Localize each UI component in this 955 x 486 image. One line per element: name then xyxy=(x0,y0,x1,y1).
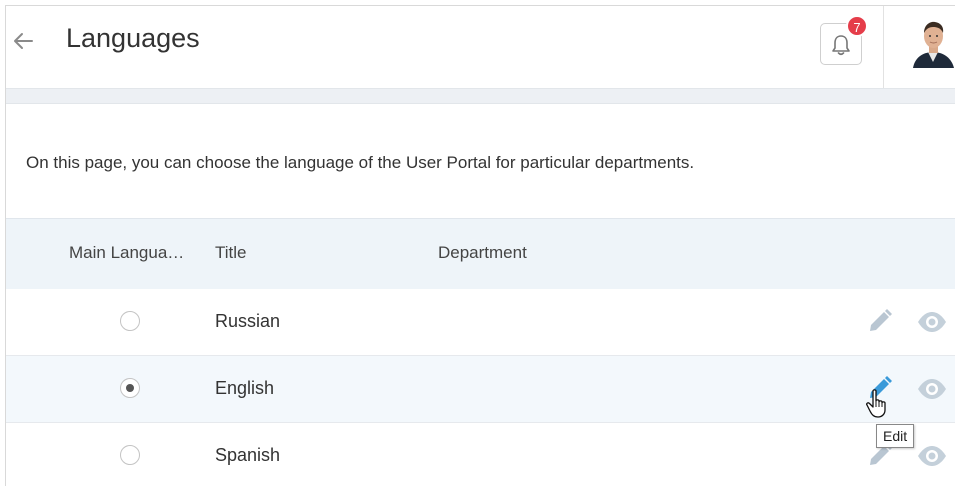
back-arrow-icon[interactable] xyxy=(12,30,34,52)
language-title: Russian xyxy=(215,311,281,331)
language-title: English xyxy=(215,378,275,398)
table-row[interactable]: Russian xyxy=(6,289,955,356)
table-row[interactable]: English xyxy=(6,356,955,423)
language-title: Spanish xyxy=(215,445,281,465)
header-divider xyxy=(883,6,884,88)
main-language-radio[interactable] xyxy=(120,378,140,398)
user-avatar[interactable] xyxy=(911,18,955,68)
column-header-department[interactable]: Department xyxy=(438,243,527,263)
notification-badge: 7 xyxy=(846,15,868,37)
page-header: Languages 7 xyxy=(6,6,955,88)
page-title: Languages xyxy=(66,23,200,53)
column-header-main-language[interactable]: Main Langua… xyxy=(69,243,184,263)
main-language-radio[interactable] xyxy=(120,445,140,465)
table-header: Main Langua… Title Department xyxy=(6,218,955,290)
page-description: On this page, you can choose the languag… xyxy=(26,153,695,172)
bell-icon xyxy=(832,35,850,56)
column-header-title[interactable]: Title xyxy=(215,243,247,263)
header-separator-strip xyxy=(6,88,955,104)
main-language-radio[interactable] xyxy=(120,311,140,331)
eye-icon[interactable] xyxy=(916,443,948,469)
eye-icon[interactable] xyxy=(916,309,948,335)
edit-tooltip: Edit xyxy=(876,424,915,448)
app-frame: Languages 7 On this page, you can choose… xyxy=(5,5,955,486)
pencil-icon[interactable] xyxy=(866,307,894,335)
table-row[interactable]: Spanish xyxy=(6,423,955,486)
hand-cursor-icon xyxy=(866,389,886,418)
radio-selected-dot xyxy=(126,384,134,392)
eye-icon[interactable] xyxy=(916,376,948,402)
